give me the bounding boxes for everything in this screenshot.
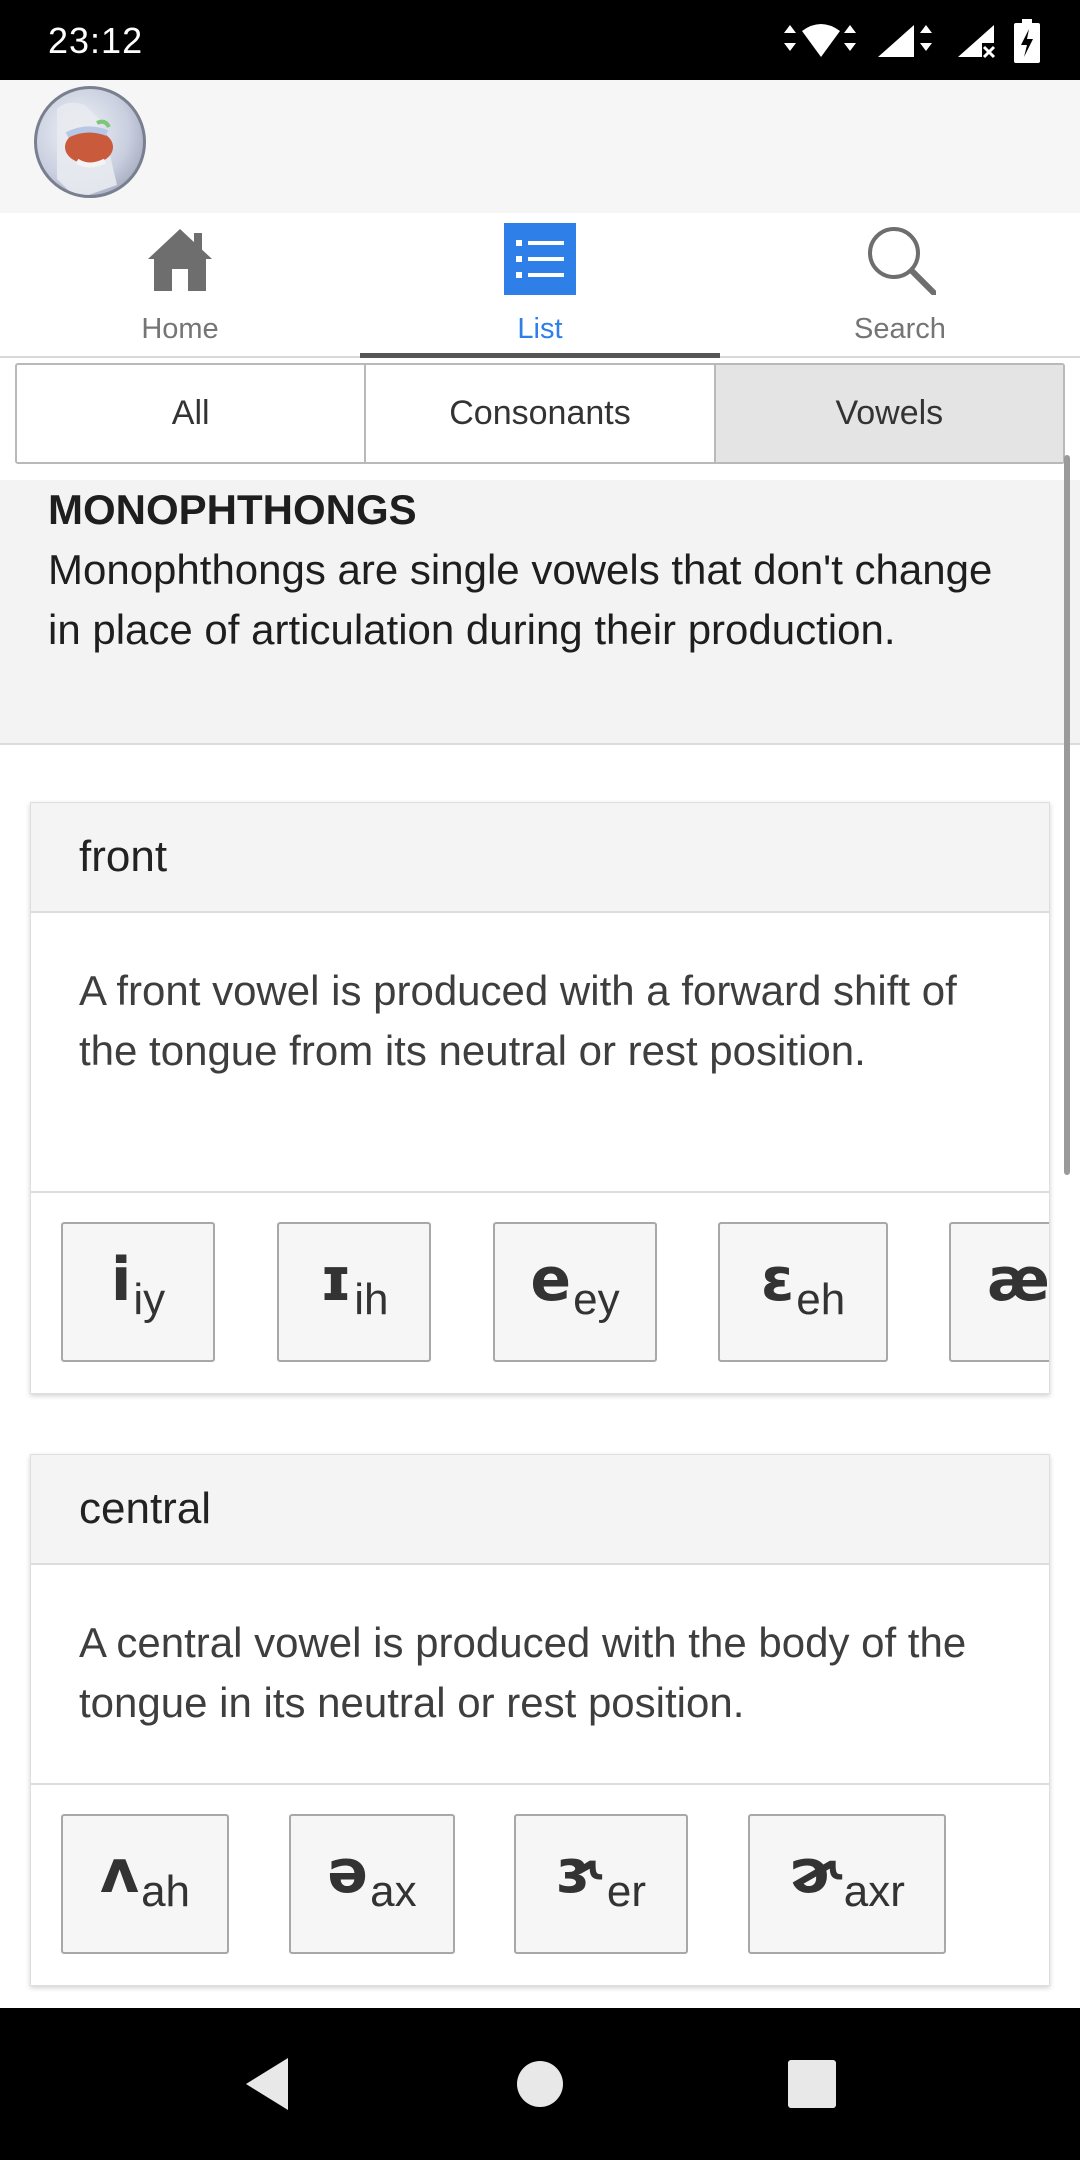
- tab-search-label: Search: [854, 313, 946, 345]
- sound-button[interactable]: e ey: [493, 1222, 657, 1362]
- ipa-symbol: i: [110, 1245, 132, 1315]
- main-nav: Home List Search: [0, 213, 1080, 358]
- sound-button[interactable]: æ: [949, 1222, 1050, 1362]
- section-header: MONOPHTHONGS Monophthongs are single vow…: [0, 480, 1080, 745]
- sound-button[interactable]: i iy: [61, 1222, 215, 1362]
- tab-list[interactable]: List: [360, 213, 720, 358]
- back-icon[interactable]: [240, 2054, 296, 2114]
- tab-list-label: List: [517, 313, 563, 345]
- sound-button[interactable]: ə ax: [289, 1814, 455, 1954]
- category-card-front: front A front vowel is produced with a f…: [30, 802, 1050, 1394]
- wifi-icon: [784, 24, 856, 57]
- battery-charging-icon: [1014, 19, 1040, 63]
- ipa-symbol: ɝ: [555, 1837, 605, 1907]
- ipa-symbol: ɚ: [789, 1837, 842, 1907]
- tab-home[interactable]: Home: [0, 213, 360, 358]
- app-screen: 23:12 Home List Search All Consonants Vo…: [0, 0, 1080, 2160]
- arpabet-code: ih: [354, 1275, 389, 1324]
- scrollbar[interactable]: [1064, 455, 1070, 1175]
- section-title: MONOPHTHONGS: [48, 486, 417, 533]
- sound-button[interactable]: ɝ er: [514, 1814, 688, 1954]
- ipa-symbol: ə: [327, 1837, 369, 1907]
- active-tab-indicator: [360, 353, 720, 358]
- tab-search[interactable]: Search: [720, 213, 1080, 358]
- arpabet-code: axr: [843, 1867, 905, 1916]
- system-nav-bar: [0, 2008, 1080, 2160]
- sound-button[interactable]: ɛ eh: [718, 1222, 888, 1362]
- card-title: central: [31, 1455, 1049, 1565]
- status-time: 23:12: [48, 20, 144, 61]
- status-icons: [778, 18, 1040, 64]
- app-bar: [0, 80, 1080, 213]
- home-icon: [148, 229, 212, 291]
- sound-buttons-row: i iy ɪ ih e ey ɛ eh æ: [31, 1193, 1049, 1393]
- category-card-central: central A central vowel is produced with…: [30, 1454, 1050, 1986]
- ipa-symbol: ʌ: [99, 1837, 140, 1907]
- ipa-symbol: e: [530, 1245, 572, 1315]
- tab-home-label: Home: [141, 313, 219, 345]
- sound-button[interactable]: ʌ ah: [61, 1814, 229, 1954]
- app-logo: [34, 86, 146, 198]
- arpabet-code: ax: [370, 1867, 417, 1916]
- filter-consonants-button[interactable]: Consonants: [366, 365, 716, 462]
- sound-buttons-row: ʌ ah ə ax ɝ er ɚ axr: [31, 1785, 1049, 1985]
- status-bar: 23:12: [0, 0, 1080, 80]
- search-icon: [868, 227, 936, 295]
- signal-no-data-icon: [958, 25, 996, 59]
- arpabet-code: eh: [796, 1275, 846, 1324]
- sound-button[interactable]: ɚ axr: [748, 1814, 946, 1954]
- sound-button[interactable]: ɪ ih: [277, 1222, 431, 1362]
- signal-icon: [878, 25, 932, 57]
- filter-vowels-button[interactable]: Vowels: [715, 365, 1063, 462]
- home-button-icon[interactable]: [512, 2054, 568, 2114]
- card-title: front: [31, 803, 1049, 913]
- ipa-symbol: æ: [987, 1245, 1050, 1315]
- filter-all-button[interactable]: All: [17, 365, 367, 462]
- section-description: Monophthongs are single vowels that don'…: [48, 546, 993, 653]
- ipa-symbol: ɛ: [760, 1245, 795, 1315]
- phoneme-filter: All Consonants Vowels: [15, 363, 1065, 464]
- recents-icon[interactable]: [784, 2054, 840, 2114]
- card-description: A front vowel is produced with a forward…: [31, 913, 1049, 1193]
- arpabet-code: er: [606, 1867, 647, 1916]
- arpabet-code: ey: [573, 1275, 620, 1324]
- card-description: A central vowel is produced with the bod…: [31, 1565, 1049, 1785]
- arpabet-code: iy: [133, 1275, 166, 1324]
- list-icon: [504, 223, 576, 295]
- arpabet-code: ah: [141, 1867, 191, 1916]
- ipa-symbol: ɪ: [319, 1245, 353, 1315]
